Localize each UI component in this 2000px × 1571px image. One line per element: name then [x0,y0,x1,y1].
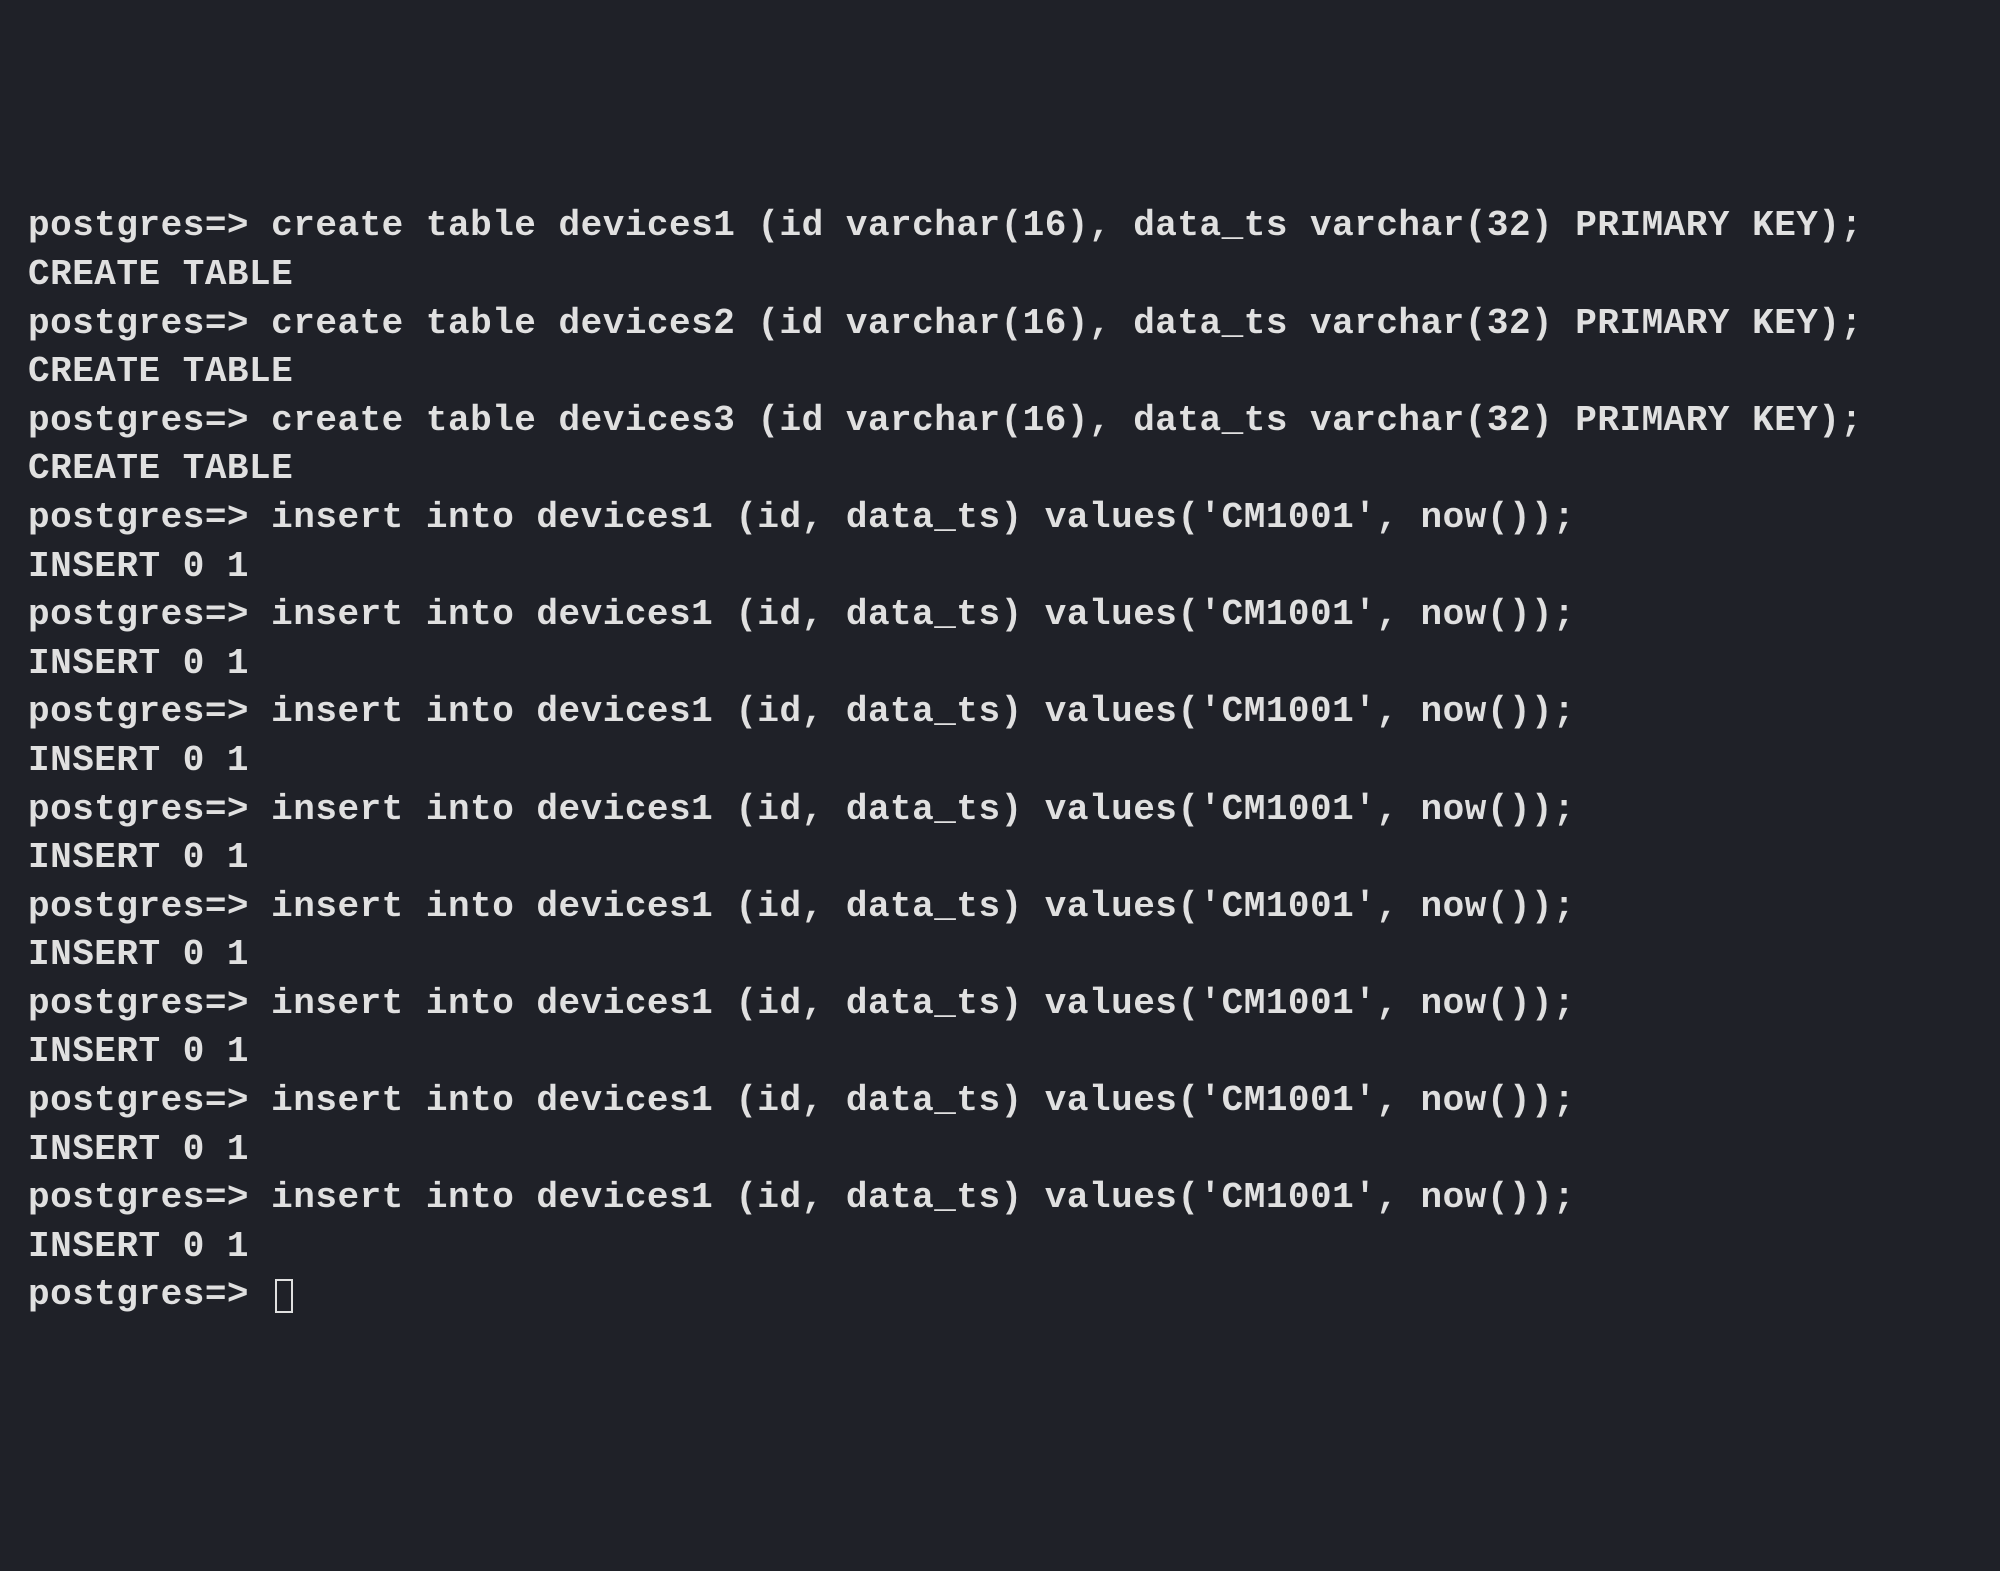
response-line: CREATE TABLE [28,348,1972,397]
response-line: INSERT 0 1 [28,1223,1972,1272]
prompt: postgres=> [28,594,249,635]
command-line: postgres=> insert into devices1 (id, dat… [28,494,1972,543]
command-line: postgres=> insert into devices1 (id, dat… [28,883,1972,932]
command-line: postgres=> create table devices2 (id var… [28,300,1972,349]
command-text: insert into devices1 (id, data_ts) value… [271,886,1575,927]
response-line: INSERT 0 1 [28,1028,1972,1077]
prompt: postgres=> [28,983,249,1024]
command-line: postgres=> insert into devices1 (id, dat… [28,980,1972,1029]
command-line: postgres=> insert into devices1 (id, dat… [28,1174,1972,1223]
response-line: CREATE TABLE [28,445,1972,494]
command-text: insert into devices1 (id, data_ts) value… [271,983,1575,1024]
prompt: postgres=> [28,205,249,246]
response-line: INSERT 0 1 [28,1126,1972,1175]
command-text: insert into devices1 (id, data_ts) value… [271,1177,1575,1218]
prompt: postgres=> [28,691,249,732]
command-text: create table devices1 (id varchar(16), d… [271,205,1862,246]
command-line: postgres=> insert into devices1 (id, dat… [28,688,1972,737]
command-line: postgres=> create table devices1 (id var… [28,202,1972,251]
prompt: postgres=> [28,886,249,927]
prompt: postgres=> [28,400,249,441]
command-line: postgres=> create table devices3 (id var… [28,397,1972,446]
active-prompt-line[interactable]: postgres=> [28,1271,1972,1320]
command-text: insert into devices1 (id, data_ts) value… [271,497,1575,538]
response-line: CREATE TABLE [28,251,1972,300]
response-line: INSERT 0 1 [28,640,1972,689]
prompt: postgres=> [28,1080,249,1121]
response-line: INSERT 0 1 [28,834,1972,883]
response-line: INSERT 0 1 [28,931,1972,980]
prompt: postgres=> [28,303,249,344]
response-line: INSERT 0 1 [28,543,1972,592]
cursor-icon [275,1279,293,1313]
prompt: postgres=> [28,497,249,538]
command-text: create table devices2 (id varchar(16), d… [271,303,1862,344]
command-line: postgres=> insert into devices1 (id, dat… [28,1077,1972,1126]
command-text: insert into devices1 (id, data_ts) value… [271,594,1575,635]
prompt: postgres=> [28,1274,249,1315]
command-line: postgres=> insert into devices1 (id, dat… [28,591,1972,640]
command-text: insert into devices1 (id, data_ts) value… [271,691,1575,732]
command-text: create table devices3 (id varchar(16), d… [271,400,1862,441]
prompt: postgres=> [28,789,249,830]
command-line: postgres=> insert into devices1 (id, dat… [28,786,1972,835]
terminal-output[interactable]: postgres=> create table devices1 (id var… [28,202,1972,1320]
command-text: insert into devices1 (id, data_ts) value… [271,789,1575,830]
prompt: postgres=> [28,1177,249,1218]
response-line: INSERT 0 1 [28,737,1972,786]
command-text: insert into devices1 (id, data_ts) value… [271,1080,1575,1121]
